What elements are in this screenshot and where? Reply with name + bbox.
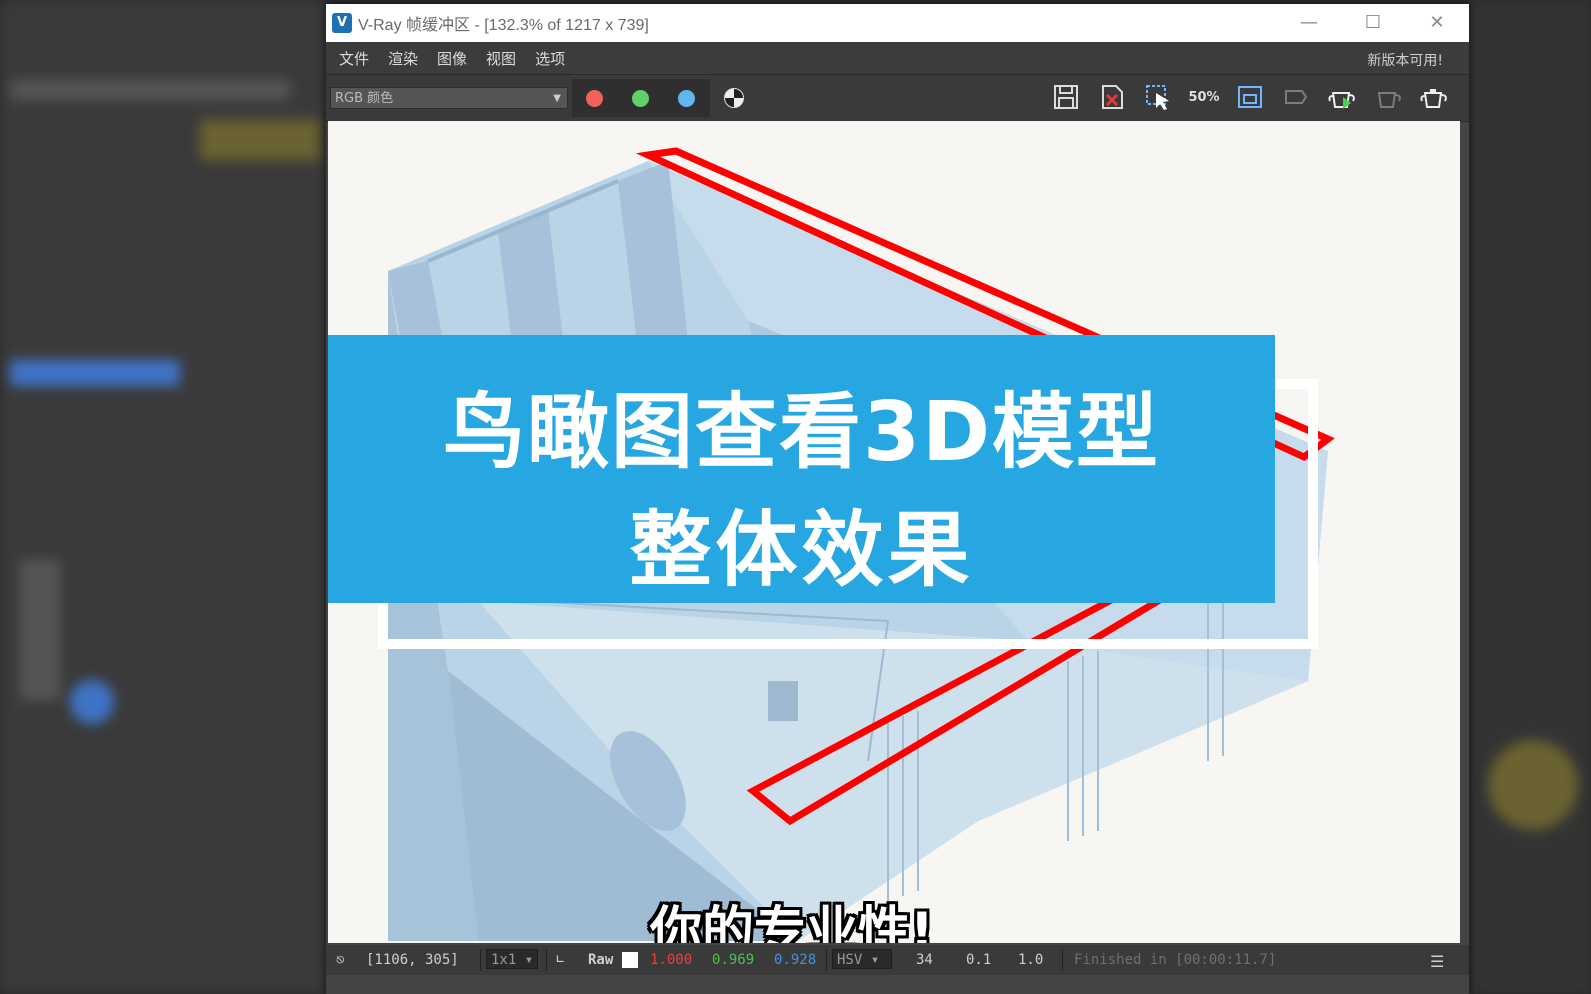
red-dot-icon (586, 90, 603, 107)
banner-line-1: 鸟瞰图查看3D模型 (442, 385, 1161, 480)
background-panel (200, 120, 320, 160)
red-value: 1.000 (650, 952, 693, 968)
background-panel (10, 360, 180, 386)
background-panel (10, 80, 290, 100)
menu-view[interactable]: 视图 (486, 48, 516, 69)
menu-file[interactable]: 文件 (339, 48, 369, 69)
chevron-down-icon: ▼ (553, 93, 561, 104)
region-select-icon[interactable] (1142, 83, 1174, 113)
save-icon[interactable] (1050, 83, 1082, 113)
blue-value: 0.928 (774, 952, 817, 968)
maximize-icon[interactable]: ☐ (1341, 4, 1405, 42)
desktop-background-right (1468, 0, 1591, 994)
menu-bar: 文件 渲染 图像 视图 选项 新版本可用! (326, 42, 1469, 74)
track-mouse-icon[interactable] (1234, 83, 1266, 113)
update-available-link[interactable]: 新版本可用! (1367, 50, 1443, 70)
green-dot-icon (632, 90, 649, 107)
green-channel-button[interactable] (618, 79, 664, 117)
color-space-value: HSV (837, 952, 863, 968)
value-value: 1.0 (1018, 952, 1044, 968)
render-viewport[interactable]: 鸟瞰图查看3D模型 整体效果 你的专业性! (328, 121, 1460, 943)
render-teapot-icon[interactable] (1326, 83, 1358, 113)
curve-icon[interactable]: ∟ (556, 952, 564, 968)
background-panel (70, 680, 114, 724)
saturation-value: 0.1 (966, 952, 992, 968)
hue-value: 34 (916, 952, 933, 968)
background-panel (1488, 740, 1578, 830)
zoom-50-icon[interactable]: 50% (1188, 83, 1220, 113)
sampling-select[interactable]: 1x1 ▾ (486, 949, 538, 969)
close-icon[interactable]: ✕ (1405, 4, 1469, 42)
window-bottom-edge (326, 975, 1469, 994)
window-title: V-Ray 帧缓冲区 - [132.3% of 1217 x 739] (358, 17, 649, 34)
divider (480, 949, 481, 971)
pixel-coordinates: [1106, 305] (366, 952, 459, 968)
pin-icon[interactable]: ⎋ (336, 952, 344, 968)
log-icon[interactable]: ☰ (1430, 952, 1444, 971)
vray-frame-buffer-window: V V-Ray 帧缓冲区 - [132.3% of 1217 x 739] — … (326, 4, 1469, 994)
channel-select-value: RGB 颜色 (335, 91, 394, 106)
link-icon[interactable] (1280, 83, 1312, 113)
clear-icon[interactable] (1096, 83, 1128, 113)
vray-app-icon: V (332, 13, 352, 33)
status-bar: ⎋ [1106, 305] 1x1 ▾ ∟ Raw 1.000 0.969 0.… (326, 945, 1469, 975)
channel-select[interactable]: RGB 颜色 ▼ (330, 87, 568, 109)
zoom-50-label: 50% (1188, 90, 1220, 105)
green-value: 0.969 (712, 952, 755, 968)
color-space-select[interactable]: HSV ▾ (832, 949, 892, 969)
menu-render[interactable]: 渲染 (388, 48, 418, 69)
stop-render-icon[interactable] (1372, 83, 1404, 113)
red-channel-button[interactable] (572, 79, 618, 117)
render-time-status: Finished in [00:00:11.7] (1074, 952, 1277, 968)
menu-options[interactable]: 选项 (535, 48, 565, 69)
last-render-icon[interactable] (1418, 83, 1450, 113)
blue-channel-button[interactable] (664, 79, 710, 117)
sampling-value: 1x1 (491, 952, 517, 968)
toolbar: RGB 颜色 ▼ 50% (326, 74, 1469, 122)
background-panel (20, 560, 60, 700)
divider (826, 949, 827, 971)
divider (546, 949, 547, 971)
banner-line-2: 整体效果 (629, 503, 974, 598)
blue-dot-icon (678, 90, 695, 107)
menu-image[interactable]: 图像 (437, 48, 467, 69)
raw-mode-label[interactable]: Raw (588, 952, 613, 968)
title-banner: 鸟瞰图查看3D模型 整体效果 (328, 335, 1275, 603)
color-swatch (622, 952, 638, 968)
desktop-background-left (0, 0, 328, 994)
monochrome-icon[interactable] (724, 88, 744, 108)
video-subtitle: 你的专业性! (650, 902, 934, 943)
divider (1062, 949, 1063, 971)
title-bar[interactable]: V V-Ray 帧缓冲区 - [132.3% of 1217 x 739] — … (326, 4, 1469, 42)
minimize-icon[interactable]: — (1277, 4, 1341, 42)
